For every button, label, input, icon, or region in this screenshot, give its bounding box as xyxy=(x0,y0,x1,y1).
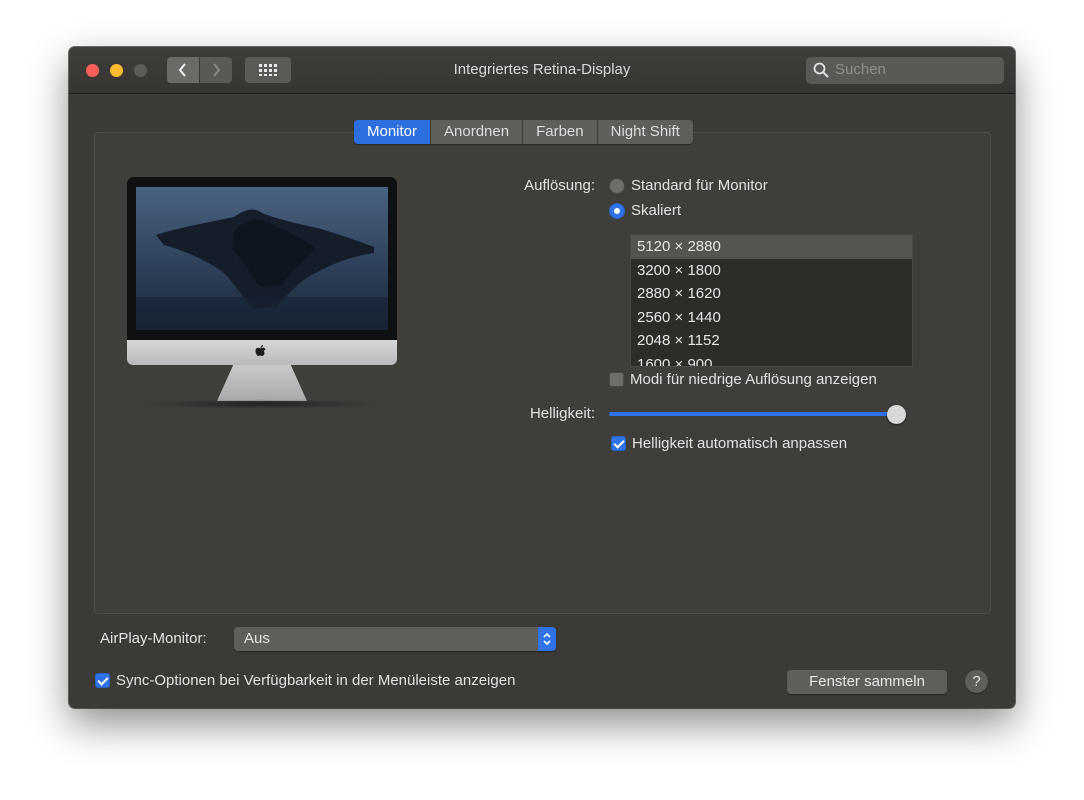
radio-standard-label[interactable]: Standard für Monitor xyxy=(631,177,768,194)
updown-arrows-icon xyxy=(538,627,556,651)
resolution-label: Auflösung: xyxy=(524,177,595,194)
gather-windows-button[interactable]: Fenster sammeln xyxy=(787,670,947,694)
airplay-label: AirPlay-Monitor: xyxy=(100,630,207,647)
brightness-label: Helligkeit: xyxy=(529,405,595,422)
resolution-item[interactable]: 3200 × 1800 xyxy=(631,259,912,283)
brightness-slider[interactable] xyxy=(609,412,899,416)
auto-brightness-checkbox[interactable] xyxy=(611,436,626,451)
display-illustration xyxy=(127,177,399,409)
apple-logo-icon xyxy=(255,345,266,361)
tab-monitor[interactable]: Monitor xyxy=(354,120,432,144)
catalina-wallpaper xyxy=(136,187,388,330)
tab-bar: Monitor Anordnen Farben Night Shift xyxy=(354,120,693,144)
radio-scaled-label[interactable]: Skaliert xyxy=(631,202,681,219)
resolution-item[interactable]: 2048 × 1152 xyxy=(631,329,912,353)
imac-shadow xyxy=(137,399,387,409)
airplay-value: Aus xyxy=(244,630,270,647)
imac-stand xyxy=(217,365,307,401)
title-bar: Integriertes Retina-Display Suchen xyxy=(69,47,1015,94)
radio-scaled[interactable] xyxy=(609,203,625,219)
airplay-popup[interactable]: Aus xyxy=(234,627,556,651)
search-icon xyxy=(813,62,829,83)
resolution-item[interactable]: 5120 × 2880 xyxy=(631,235,912,259)
sync-options-checkbox[interactable] xyxy=(95,673,110,688)
tab-night-shift[interactable]: Night Shift xyxy=(597,120,693,144)
help-button[interactable]: ? xyxy=(965,670,988,693)
resolution-item[interactable]: 1600 × 900 xyxy=(631,353,912,366)
imac-screen xyxy=(127,177,397,340)
low-res-label[interactable]: Modi für niedrige Auflösung anzeigen xyxy=(630,371,877,388)
preferences-window: Integriertes Retina-Display Suchen Monit… xyxy=(69,47,1015,708)
low-res-checkbox[interactable] xyxy=(609,372,624,387)
resolution-list[interactable]: 5120 × 2880 3200 × 1800 2880 × 1620 2560… xyxy=(630,234,913,367)
search-field[interactable]: Suchen xyxy=(806,57,1004,84)
resolution-item[interactable]: 2880 × 1620 xyxy=(631,282,912,306)
auto-brightness-label[interactable]: Helligkeit automatisch anpassen xyxy=(632,435,847,452)
tab-farben[interactable]: Farben xyxy=(523,120,598,144)
brightness-slider-knob[interactable] xyxy=(887,405,906,424)
resolution-item[interactable]: 2560 × 1440 xyxy=(631,306,912,330)
tab-anordnen[interactable]: Anordnen xyxy=(431,120,524,144)
sync-options-label[interactable]: Sync-Optionen bei Verfügbarkeit in der M… xyxy=(116,672,515,689)
search-placeholder: Suchen xyxy=(835,61,886,78)
radio-standard[interactable] xyxy=(609,178,625,194)
